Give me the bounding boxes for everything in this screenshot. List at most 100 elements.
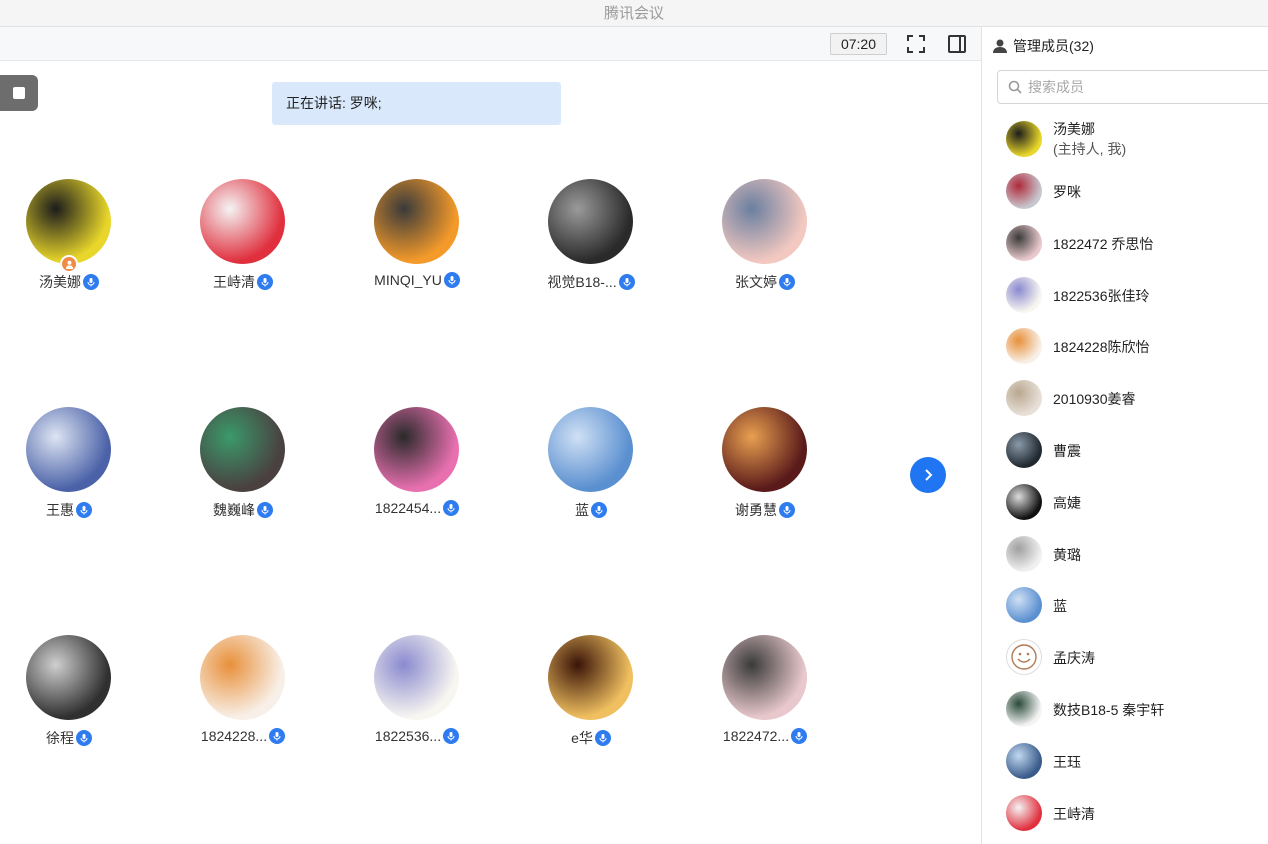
top-toolbar: 07:20 xyxy=(0,27,981,61)
participant-tile[interactable]: 徐程 xyxy=(0,635,144,765)
host-badge-icon xyxy=(60,255,78,273)
member-name: 高婕 xyxy=(1053,494,1081,511)
member-list-item[interactable]: 汤美娜 (主持人, 我) xyxy=(982,113,1268,165)
sidebar-toggle-button[interactable] xyxy=(945,32,969,56)
next-page-button[interactable] xyxy=(910,457,946,493)
member-name: 1822472 乔思怡 xyxy=(1053,235,1154,252)
participant-name-row: 王惠 xyxy=(0,500,144,520)
member-name: 数技B18-5 秦宇轩 xyxy=(1053,702,1165,718)
member-avatar xyxy=(1006,742,1042,779)
mic-icon xyxy=(76,502,92,518)
stop-share-button[interactable] xyxy=(0,75,38,111)
fullscreen-button[interactable] xyxy=(904,32,928,56)
participant-avatar xyxy=(548,635,633,720)
participant-name: 魏巍峰 xyxy=(213,502,255,518)
member-avatar xyxy=(1006,639,1042,676)
participant-name: 1824228... xyxy=(200,728,268,744)
participant-name: 汤美娜 xyxy=(39,274,81,290)
participant-tile[interactable]: 1822472... xyxy=(690,635,840,765)
participant-tile[interactable]: 王峙清 xyxy=(168,179,318,309)
participant-avatar xyxy=(374,407,459,492)
member-list-item[interactable]: 曹震 xyxy=(982,424,1268,476)
mic-icon xyxy=(83,274,99,290)
member-list-item[interactable]: 2010930姜睿 xyxy=(982,372,1268,424)
member-list-item[interactable]: 王珏 xyxy=(982,735,1268,787)
member-list-item[interactable]: 1822536张佳玲 xyxy=(982,269,1268,321)
mic-icon xyxy=(257,274,273,290)
stop-share-icon xyxy=(13,87,25,99)
member-avatar xyxy=(1006,121,1042,157)
member-search-input[interactable] xyxy=(1028,79,1248,95)
participant-tile[interactable]: e华 xyxy=(516,635,666,765)
member-list-item[interactable]: 黄璐 xyxy=(982,528,1268,580)
participant-tile[interactable]: 张文婷 xyxy=(690,179,840,309)
mic-icon xyxy=(257,502,273,518)
member-panel: 管理成员(32) 汤美娜 (主持人, 我) 罗咪 1822472 乔思怡 1822536… xyxy=(981,27,1268,844)
member-list-item[interactable]: 罗咪 xyxy=(982,165,1268,217)
member-name: 1824228陈欣怡 xyxy=(1053,339,1150,356)
member-avatar xyxy=(1006,224,1042,261)
participant-avatar xyxy=(548,407,633,492)
participant-tile[interactable]: 汤美娜 xyxy=(0,179,144,309)
participant-avatar xyxy=(26,179,111,264)
participant-tile[interactable]: 1822536... xyxy=(342,635,492,765)
member-list-item[interactable]: 数技B18-5 秦宇轩 xyxy=(982,683,1268,735)
participant-avatar xyxy=(722,635,807,720)
participant-avatar xyxy=(26,635,111,720)
mic-icon xyxy=(791,728,808,744)
participant-tile[interactable]: 谢勇慧 xyxy=(690,407,840,537)
participant-name-row: 魏巍峰 xyxy=(168,500,318,520)
member-avatar xyxy=(1006,691,1042,727)
participant-name: 1822536... xyxy=(374,728,442,744)
participant-tile[interactable]: 视觉B18-... xyxy=(516,179,666,309)
participant-avatar xyxy=(722,407,807,492)
member-avatar xyxy=(1006,483,1042,520)
member-list-item[interactable]: 蓝 xyxy=(982,579,1268,631)
member-list-item[interactable]: 1822472 乔思怡 xyxy=(982,217,1268,269)
sidebar-toggle-icon xyxy=(948,35,966,53)
meeting-timer: 07:20 xyxy=(830,33,887,55)
member-role: (主持人, 我) xyxy=(1053,141,1127,157)
member-list-item[interactable]: 高婕 xyxy=(982,476,1268,528)
member-panel-title: 管理成员(32) xyxy=(1013,38,1094,54)
participant-name: 王惠 xyxy=(46,502,74,518)
fullscreen-icon xyxy=(907,35,925,53)
participant-avatar xyxy=(722,179,807,264)
person-icon xyxy=(993,39,1007,53)
member-avatar xyxy=(1006,173,1042,209)
participant-name: 1822454... xyxy=(374,500,442,516)
mic-icon xyxy=(779,502,795,518)
participant-tile[interactable]: 王惠 xyxy=(0,407,144,537)
speaking-indicator: 正在讲话: 罗咪; xyxy=(272,82,561,125)
member-list-item[interactable]: 1824228陈欣怡 xyxy=(982,320,1268,372)
participant-name-row: 蓝 xyxy=(516,500,666,520)
member-name: 蓝 xyxy=(1053,598,1067,615)
mic-icon xyxy=(269,728,286,744)
member-name: 孟庆涛 xyxy=(1053,650,1095,667)
member-avatar xyxy=(1006,587,1042,624)
member-name: 汤美娜 xyxy=(1053,121,1095,137)
member-search[interactable] xyxy=(997,70,1268,104)
member-list-item[interactable]: 孟庆涛 xyxy=(982,631,1268,683)
member-name: 王峙清 xyxy=(1053,805,1095,822)
mic-icon xyxy=(779,274,795,290)
participant-name: MINQI_YU xyxy=(374,272,442,288)
participant-tile[interactable]: 1824228... xyxy=(168,635,318,765)
participant-name-row: 王峙清 xyxy=(168,272,318,292)
meeting-stage: 07:20 正在讲话: 罗咪; 汤美娜 王峙清 MINQI_YU 视觉B18-... 张… xyxy=(0,27,981,844)
participant-tile[interactable]: 1822454... xyxy=(342,407,492,537)
participant-name-row: e华 xyxy=(516,728,666,748)
participant-name-row: 1822454... xyxy=(342,500,492,516)
participant-tile[interactable]: MINQI_YU xyxy=(342,179,492,309)
participant-tile[interactable]: 魏巍峰 xyxy=(168,407,318,537)
participant-name-row: 徐程 xyxy=(0,728,144,748)
participant-name: 蓝 xyxy=(575,502,589,518)
participant-name-row: 张文婷 xyxy=(690,272,840,292)
member-list-item[interactable]: 王峙清 xyxy=(982,787,1268,839)
participant-tile[interactable]: 蓝 xyxy=(516,407,666,537)
participant-name: 1822472... xyxy=(722,728,790,744)
participant-name: e华 xyxy=(571,730,593,746)
search-icon xyxy=(1008,80,1022,94)
participant-avatar xyxy=(200,407,285,492)
mic-icon xyxy=(76,730,92,746)
